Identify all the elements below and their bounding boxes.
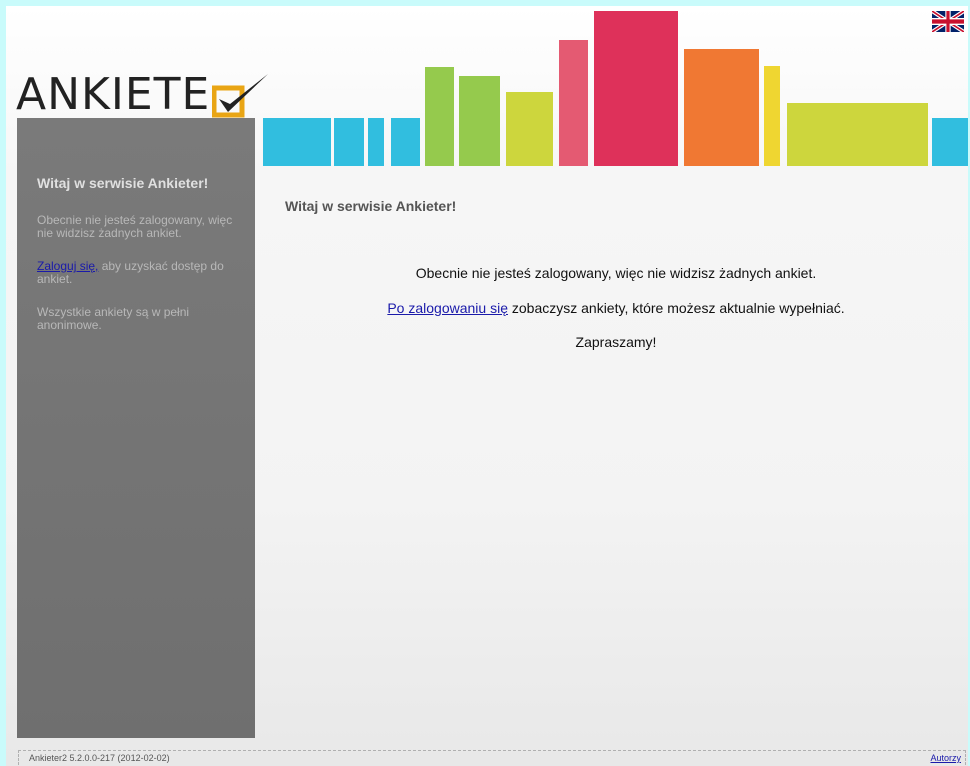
header-bar [932, 118, 968, 166]
header-bar [594, 11, 678, 166]
not-logged-message: Obecnie nie jesteś zalogowany, więc nie … [415, 265, 817, 281]
sidebar-not-logged-text: Obecnie nie jesteś zalogowany, więc nie … [37, 213, 233, 240]
header-bar [559, 40, 588, 166]
footer: Ankieter2 5.2.0.0-217 (2012-02-02) Autor… [18, 750, 966, 765]
header-bar [263, 118, 331, 166]
app-logo[interactable]: ANKIETE [16, 72, 270, 118]
header-bar [334, 118, 364, 166]
header-bar [506, 92, 553, 166]
sidebar-login-link[interactable]: Zaloguj się, [37, 259, 98, 273]
header-bar [787, 103, 928, 166]
page: ANKIETE Witaj w serwisie Ankieter! Obecn… [6, 6, 968, 766]
after-login-message: Po zalogowaniu się zobaczysz ankiety, kt… [264, 300, 968, 316]
page-title: Witaj w serwisie Ankieter! [285, 198, 457, 214]
authors-link[interactable]: Autorzy [930, 753, 961, 763]
sidebar-title: Witaj w serwisie Ankieter! [37, 175, 209, 191]
main-content: Witaj w serwisie Ankieter! Obecnie nie j… [264, 178, 968, 738]
header-bar [425, 67, 454, 166]
invite-message: Zapraszamy! [575, 334, 657, 350]
after-login-rest: zobaczysz ankiety, które możesz aktualni… [507, 300, 845, 316]
header-bar [459, 76, 500, 166]
checkbox-check-icon [212, 74, 269, 118]
header-bar [684, 49, 759, 166]
login-link[interactable]: Po zalogowaniu się [387, 300, 508, 316]
version-text: Ankieter2 5.2.0.0-217 (2012-02-02) [29, 753, 170, 763]
sidebar-anonymous-text: Wszystkie ankiety są w pełni anonimowe. [37, 305, 190, 332]
header-bar [368, 118, 384, 166]
logo-text: ANKIETE [16, 69, 211, 120]
sidebar: Witaj w serwisie Ankieter! Obecnie nie j… [17, 118, 255, 738]
uk-flag-icon[interactable] [932, 11, 964, 32]
header-bar [764, 66, 780, 166]
header-bar [391, 118, 420, 166]
sidebar-login-text: Zaloguj się, aby uzyskać dostęp do ankie… [37, 260, 237, 286]
